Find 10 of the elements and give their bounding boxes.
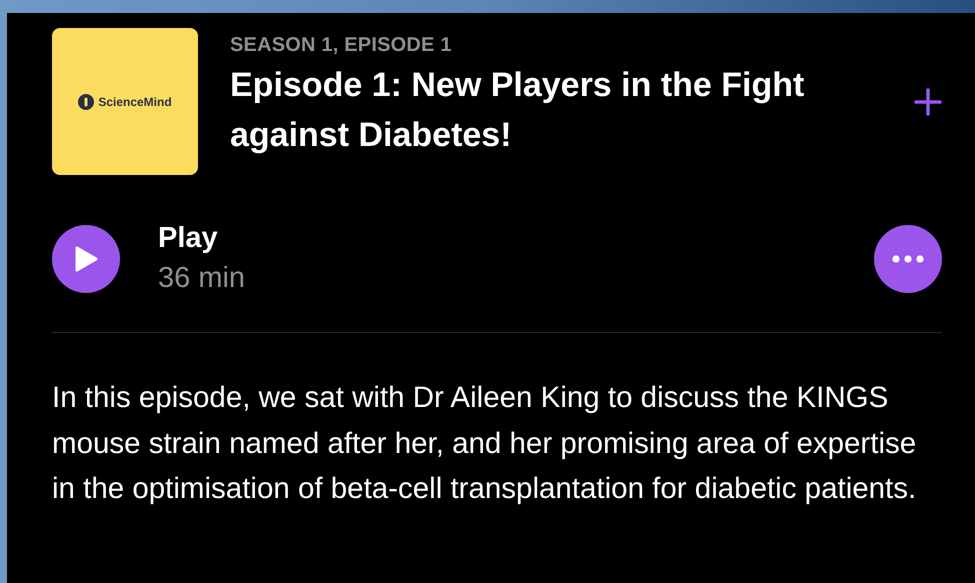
play-label[interactable]: Play — [158, 219, 874, 257]
episode-title: Episode 1: New Players in the Fight against Diabetes! — [230, 65, 806, 156]
brand-name: ScienceMind — [98, 94, 172, 110]
duration: 36 min — [158, 261, 246, 296]
more-icon — [891, 255, 925, 263]
play-icon — [73, 245, 99, 273]
episode-description: In this episode, we sat with Dr Aileen King to discuss the KINGS mouse strain named after her, and her promising area of expertise in the optimisation of beta-cell transplantation for diabetic patients. — [52, 380, 918, 507]
season-label: SEASON 1, EPISODE 1 — [230, 33, 453, 58]
add-icon[interactable] — [914, 88, 942, 116]
logo-icon — [78, 94, 94, 110]
